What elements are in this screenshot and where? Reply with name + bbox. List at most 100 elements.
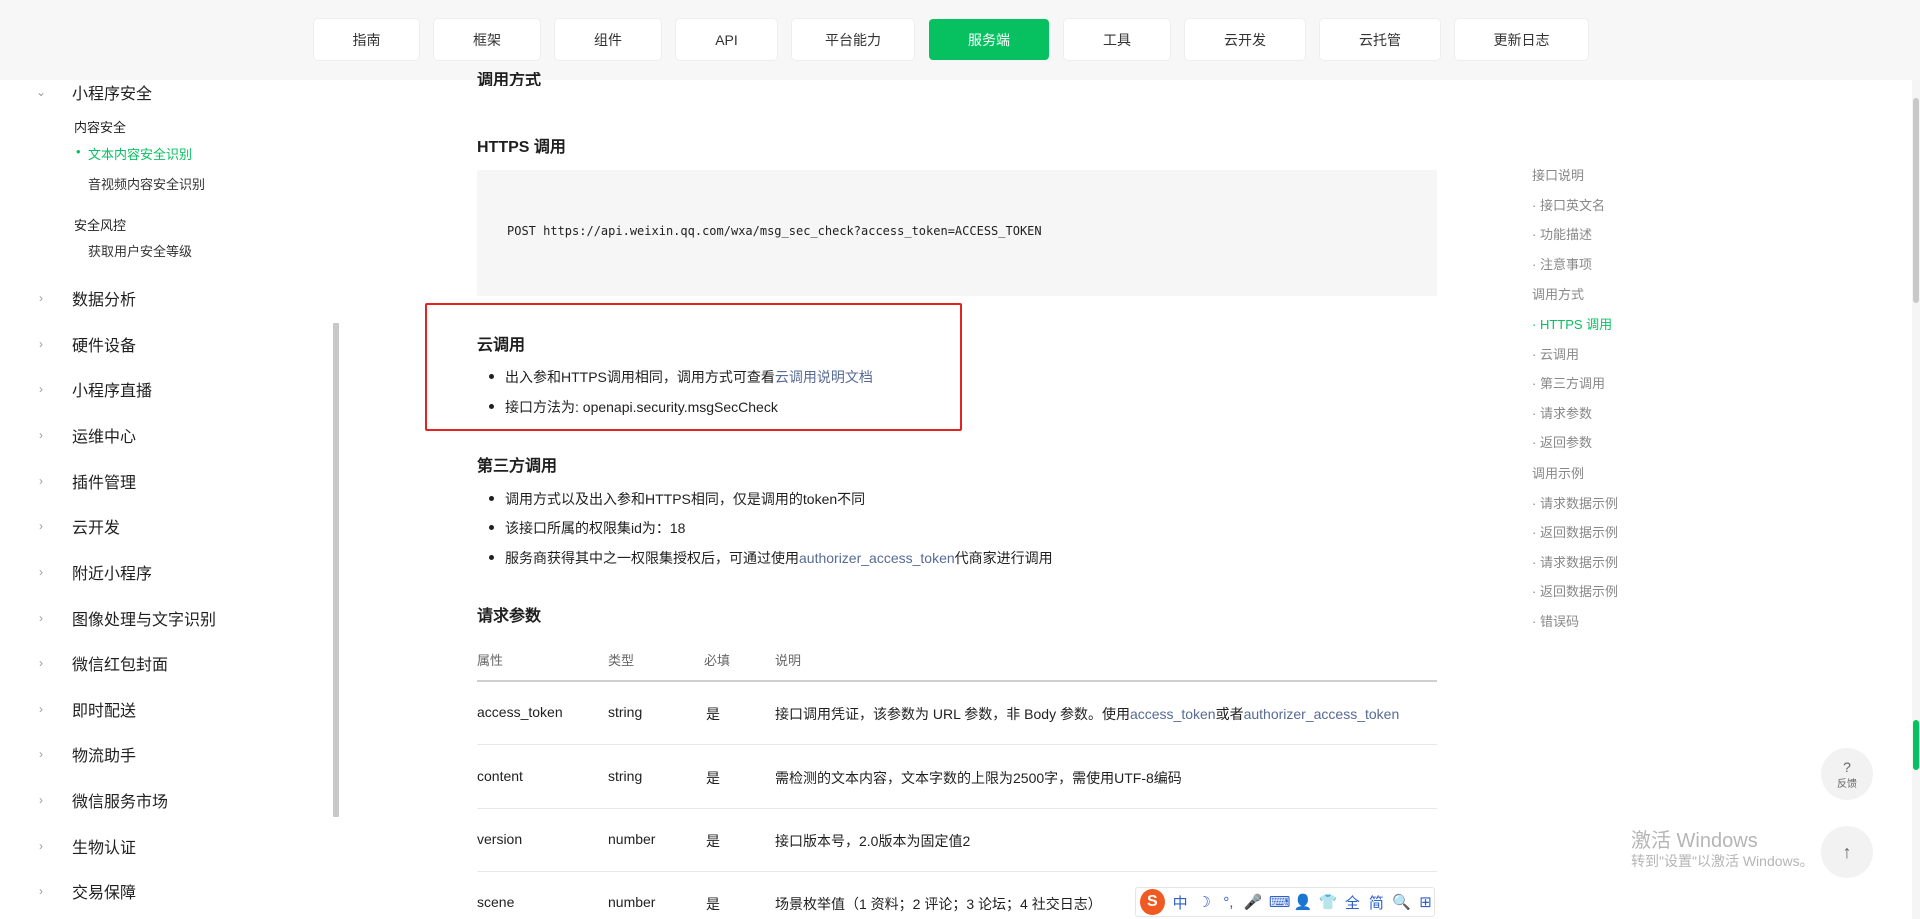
scrollbar-thumb[interactable] — [1913, 98, 1919, 303]
tab-changelog[interactable]: 更新日志 — [1455, 19, 1588, 60]
tab-components[interactable]: 组件 — [555, 19, 661, 60]
chinese-mode-icon[interactable]: 中 — [1172, 892, 1189, 913]
sidebar-item-user-risk-rank[interactable]: 获取用户安全等级 — [88, 241, 192, 260]
sidebar-section-live[interactable]: › 小程序直播 — [32, 377, 152, 401]
tab-cloud-hosting[interactable]: 云托管 — [1320, 19, 1440, 60]
table-header: 属性 类型 必填 说明 — [477, 650, 1437, 682]
toc-item[interactable]: 返回参数 — [1532, 432, 1592, 451]
tab-guide[interactable]: 指南 — [314, 19, 419, 60]
tab-cloud-dev[interactable]: 云开发 — [1185, 19, 1305, 60]
question-icon: ? — [1843, 758, 1851, 775]
toc-item-active[interactable]: HTTPS 调用 — [1532, 314, 1612, 333]
sidebar-group-risk-control: 安全风控 — [74, 218, 127, 233]
sidebar-section-nearby[interactable]: › 附近小程序 — [32, 560, 152, 584]
authorizer-access-token-link[interactable]: authorizer_access_token — [1244, 706, 1400, 722]
cell-type: string — [608, 704, 643, 720]
chevron-right-icon: › — [39, 519, 43, 533]
toc-item[interactable]: 请求参数 — [1532, 403, 1592, 422]
cell-required: 是 — [706, 833, 720, 849]
sidebar-section-label: 数据分析 — [72, 292, 137, 309]
table-row: access_token string 是 接口调用凭证，该参数为 URL 参数… — [477, 682, 1437, 745]
column-header: 属性 — [477, 653, 504, 668]
section-heading-call-method: 调用方式 — [477, 72, 542, 86]
sidebar-section-trade-guarantee[interactable]: › 交易保障 — [32, 879, 136, 903]
sidebar-group-content-security: 内容安全 — [74, 120, 127, 135]
column-header: 说明 — [775, 653, 802, 668]
tab-tools[interactable]: 工具 — [1064, 19, 1170, 60]
toc-item[interactable]: 第三方调用 — [1532, 373, 1605, 392]
activation-watermark-title: 激活 Windows — [1631, 830, 1758, 852]
skin-icon[interactable]: 👕 — [1319, 893, 1338, 911]
sidebar-section-plugins[interactable]: › 插件管理 — [32, 469, 136, 493]
tab-framework[interactable]: 框架 — [434, 19, 540, 60]
list-item: 接口方法为: openapi.security.msgSecCheck — [477, 397, 778, 417]
sidebar-section-service-market[interactable]: › 微信服务市场 — [32, 788, 168, 812]
user-icon[interactable]: 👤 — [1294, 893, 1313, 911]
table-row: content string 是 需检测的文本内容，文本字数的上限为2500字，… — [477, 746, 1437, 809]
grid-icon[interactable]: ⊞ — [1417, 893, 1434, 911]
sidebar-section-label: 微信服务市场 — [72, 794, 169, 811]
toc-item[interactable]: 接口说明 — [1532, 165, 1584, 184]
feedback-button[interactable]: ? 反馈 — [1821, 748, 1873, 800]
full-width-icon[interactable]: 全 — [1344, 892, 1361, 913]
toc-item[interactable]: 注意事项 — [1532, 254, 1592, 273]
authorizer-token-link[interactable]: authorizer_access_token — [799, 550, 955, 566]
bullet-text: 服务商获得其中之一权限集授权后，可通过使用 — [505, 550, 799, 566]
cell-desc: 需检测的文本内容，文本字数的上限为2500字，需使用UTF-8编码 — [775, 770, 1182, 786]
toc-item[interactable]: 云调用 — [1532, 344, 1579, 363]
sidebar-item-media-security[interactable]: 音视频内容安全识别 — [88, 174, 205, 193]
toc-item[interactable]: 返回数据示例 — [1532, 581, 1618, 600]
page-scrollbar[interactable] — [1912, 80, 1920, 919]
chevron-right-icon: › — [39, 382, 43, 396]
cell-name: scene — [477, 894, 515, 910]
toc-item[interactable]: 返回数据示例 — [1532, 522, 1618, 541]
toc-item[interactable]: 错误码 — [1532, 611, 1579, 630]
cell-type: string — [608, 768, 643, 784]
search-icon[interactable]: 🔍 — [1392, 893, 1411, 911]
toc-item[interactable]: 请求数据示例 — [1532, 552, 1618, 571]
microphone-icon[interactable]: 🎤 — [1244, 893, 1263, 911]
keyboard-icon[interactable]: ⌨ — [1269, 893, 1291, 911]
desc-text: 接口调用凭证，该参数为 URL 参数，非 Body 参数。使用 — [775, 706, 1130, 722]
ime-toolbar: S 中 ☽ °, 🎤 ⌨ 👤 👕 全 简 🔍 ⊞ — [1135, 887, 1435, 917]
sidebar-section-data-analysis[interactable]: › 数据分析 — [32, 286, 136, 310]
toc-item[interactable]: 功能描述 — [1532, 224, 1592, 243]
simplified-icon[interactable]: 简 — [1368, 892, 1385, 913]
cell-name: content — [477, 768, 523, 784]
back-to-top-button[interactable]: ↑ — [1821, 826, 1873, 878]
moon-icon[interactable]: ☽ — [1196, 893, 1213, 911]
toc-item[interactable]: 接口英文名 — [1532, 195, 1605, 214]
sidebar-section-label: 微信红包封面 — [72, 657, 169, 674]
sogou-logo-icon[interactable]: S — [1140, 889, 1165, 915]
sidebar-section-label: 云开发 — [72, 520, 121, 537]
chevron-right-icon: › — [39, 747, 43, 761]
tab-platform[interactable]: 平台能力 — [792, 19, 914, 60]
access-token-link[interactable]: access_token — [1130, 706, 1216, 722]
sidebar-section-cloud-dev[interactable]: › 云开发 — [32, 514, 120, 538]
cell-desc: 场景枚举值（1 资料；2 评论；3 论坛；4 社交日志） — [775, 896, 1102, 912]
cloud-call-doc-link[interactable]: 云调用说明文档 — [775, 369, 873, 385]
toc-item[interactable]: 请求数据示例 — [1532, 493, 1618, 512]
top-nav-tabs: 指南 框架 组件 API 平台能力 服务端 工具 云开发 云托管 更新日志 — [314, 19, 1588, 60]
chevron-right-icon: › — [39, 793, 43, 807]
cell-required: 是 — [706, 770, 720, 786]
sidebar-section-red-packet[interactable]: › 微信红包封面 — [32, 651, 168, 675]
heading-third-party-call: 第三方调用 — [477, 458, 558, 475]
sidebar-section-delivery[interactable]: › 即时配送 — [32, 697, 136, 721]
sidebar-section-hardware[interactable]: › 硬件设备 — [32, 332, 136, 356]
heading-request-params: 请求参数 — [477, 608, 542, 625]
punctuation-icon[interactable]: °, — [1220, 894, 1237, 911]
toc-item[interactable]: 调用示例 — [1532, 463, 1584, 482]
sidebar-section-image-ocr[interactable]: › 图像处理与文字识别 — [32, 606, 216, 630]
tab-api[interactable]: API — [676, 19, 777, 60]
sidebar-section-ops[interactable]: › 运维中心 — [32, 423, 136, 447]
tab-server[interactable]: 服务端 — [929, 19, 1049, 60]
sidebar-section-logistics[interactable]: › 物流助手 — [32, 742, 136, 766]
toc-item[interactable]: 调用方式 — [1532, 284, 1584, 303]
sidebar-scrollbar[interactable] — [333, 323, 339, 817]
cell-required: 是 — [706, 706, 720, 722]
sidebar-item-text-security[interactable]: 文本内容安全识别 — [76, 144, 192, 163]
sidebar-section-biometric[interactable]: › 生物认证 — [32, 834, 136, 858]
sidebar-section-mini-program-security[interactable]: ⌄ 小程序安全 — [32, 80, 152, 104]
table-row: version number 是 接口版本号，2.0版本为固定值2 — [477, 809, 1437, 872]
